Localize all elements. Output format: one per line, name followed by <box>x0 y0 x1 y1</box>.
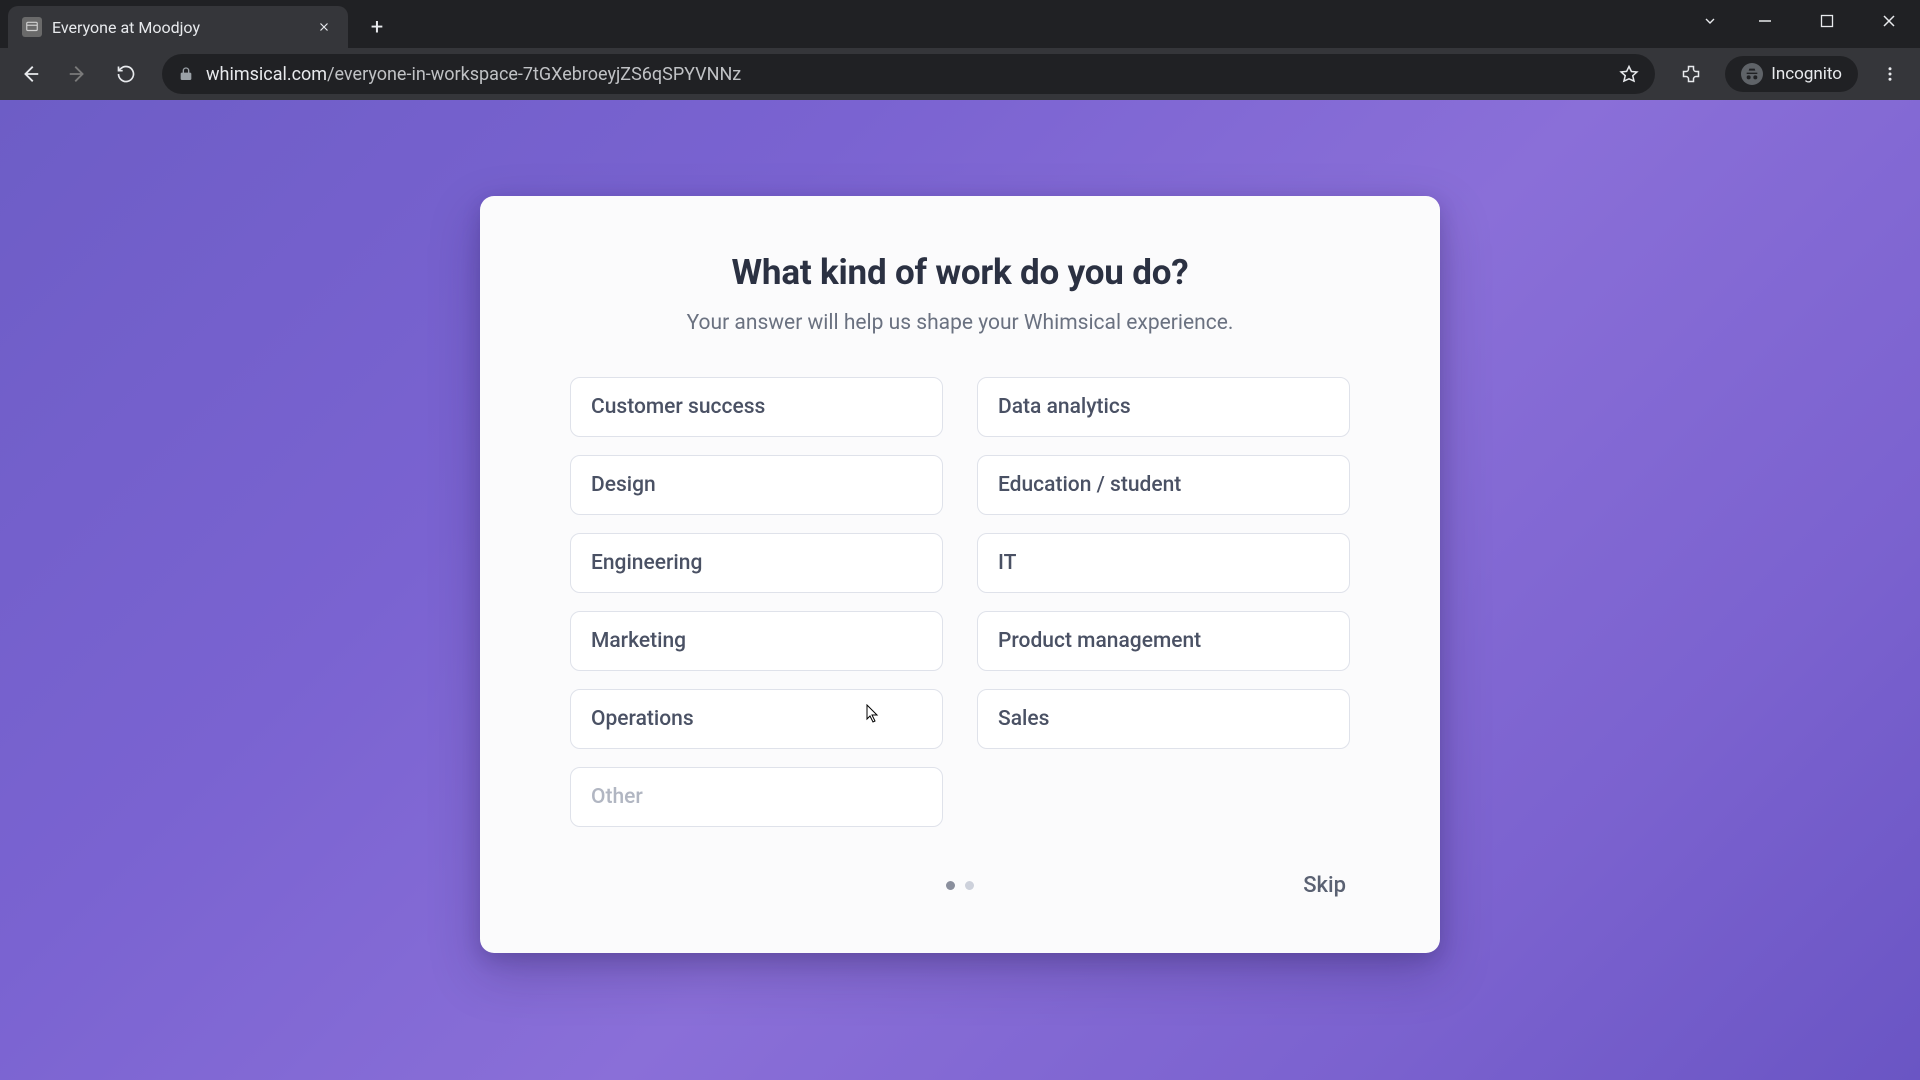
window-close-button[interactable] <box>1858 0 1920 42</box>
option-product-management[interactable]: Product management <box>977 611 1350 671</box>
option-sales[interactable]: Sales <box>977 689 1350 749</box>
skip-button[interactable]: Skip <box>1299 867 1350 904</box>
option-it[interactable]: IT <box>977 533 1350 593</box>
step-dot-2 <box>965 881 974 890</box>
modal-subtitle: Your answer will help us shape your Whim… <box>570 311 1350 335</box>
window-minimize-button[interactable] <box>1734 0 1796 42</box>
nav-back-button[interactable] <box>10 54 50 94</box>
browser-window: Everyone at Moodjoy + <box>0 0 1920 1080</box>
window-maximize-button[interactable] <box>1796 0 1858 42</box>
window-controls <box>1686 0 1920 42</box>
incognito-badge[interactable]: Incognito <box>1725 56 1858 92</box>
option-operations[interactable]: Operations <box>570 689 943 749</box>
step-indicator <box>946 881 974 890</box>
step-dot-1 <box>946 881 955 890</box>
address-bar[interactable]: whimsical.com/everyone-in-workspace-7tGX… <box>162 54 1655 94</box>
option-education[interactable]: Education / student <box>977 455 1350 515</box>
option-marketing[interactable]: Marketing <box>570 611 943 671</box>
tab-favicon <box>22 17 42 37</box>
incognito-label: Incognito <box>1771 64 1842 84</box>
modal-footer: Skip <box>570 865 1350 905</box>
new-tab-button[interactable]: + <box>360 10 394 44</box>
browser-tab-active[interactable]: Everyone at Moodjoy <box>8 6 348 48</box>
browser-menu-button[interactable] <box>1870 54 1910 94</box>
modal-title: What kind of work do you do? <box>570 252 1350 293</box>
url-path: /everyone-in-workspace-7tGXebroeyjZS6qSP… <box>327 64 741 85</box>
browser-toolbar: whimsical.com/everyone-in-workspace-7tGX… <box>0 48 1920 100</box>
option-design[interactable]: Design <box>570 455 943 515</box>
lock-icon <box>178 66 194 82</box>
bookmark-star-icon[interactable] <box>1619 64 1639 84</box>
tab-strip: Everyone at Moodjoy + <box>0 0 1920 48</box>
nav-reload-button[interactable] <box>106 54 146 94</box>
tab-close-button[interactable] <box>314 17 334 37</box>
option-customer-success[interactable]: Customer success <box>570 377 943 437</box>
option-data-analytics[interactable]: Data analytics <box>977 377 1350 437</box>
extensions-button[interactable] <box>1671 54 1711 94</box>
option-grid: Customer success Data analytics Design E… <box>570 377 1350 827</box>
url-text: whimsical.com/everyone-in-workspace-7tGX… <box>206 64 1607 85</box>
incognito-icon <box>1741 63 1763 85</box>
onboarding-modal: What kind of work do you do? Your answer… <box>480 196 1440 953</box>
page-viewport: What kind of work do you do? Your answer… <box>0 100 1920 1080</box>
option-other[interactable]: Other <box>570 767 943 827</box>
nav-forward-button[interactable] <box>58 54 98 94</box>
tab-title: Everyone at Moodjoy <box>52 18 304 37</box>
tab-search-button[interactable] <box>1686 0 1734 42</box>
option-engineering[interactable]: Engineering <box>570 533 943 593</box>
url-host: whimsical.com <box>206 64 327 85</box>
